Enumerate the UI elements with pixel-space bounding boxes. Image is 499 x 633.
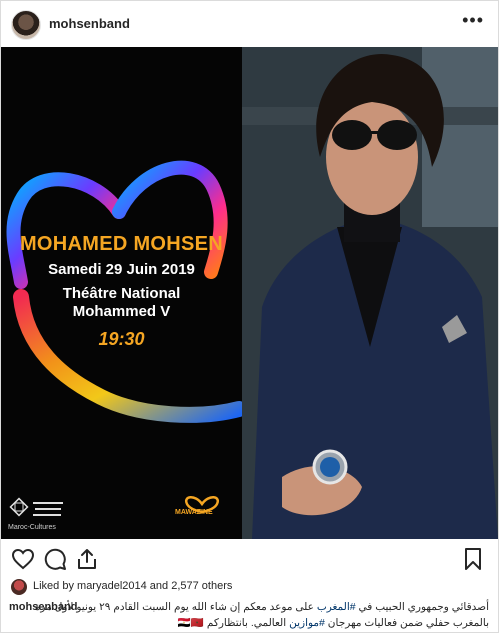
- caption-text: العالمي. بانتظاركم: [203, 617, 290, 629]
- mawazine-label: MAWAZINE: [175, 509, 213, 516]
- caption-text: على موعد معكم إن شاء الله يوم السبت القا…: [34, 601, 317, 613]
- likes-row: Liked by maryadel2014 and 2,577 others: [11, 579, 491, 599]
- logo-caption: Maroc-Cultures: [8, 524, 56, 531]
- avatar[interactable]: [11, 10, 41, 40]
- bookmark-icon[interactable]: [461, 547, 485, 571]
- poster-venue-line1: Théâtre National: [62, 285, 181, 302]
- mawazine-logo-icon: [184, 496, 220, 514]
- flag-emoji: 🇪🇬🇲🇦: [177, 617, 204, 629]
- poster-artist: MOHAMED MOHSEN: [19, 233, 224, 255]
- caption-line-1: أصدقائي وجمهوري الحبيب في #المغرب على مو…: [35, 600, 489, 615]
- poster-time: 19:30: [98, 329, 145, 349]
- poster-date: Samedi 29 Juin 2019: [48, 261, 195, 278]
- hashtag-link[interactable]: #المغرب: [317, 601, 356, 613]
- post-image[interactable]: MOHAMED MOHSEN Samedi 29 Juin 2019 Théât…: [1, 47, 498, 539]
- artist-photo: [242, 47, 498, 539]
- post-header: mohsenband •••: [1, 1, 498, 47]
- comment-icon[interactable]: [43, 547, 67, 571]
- more-options-icon[interactable]: •••: [462, 10, 484, 31]
- caption-text: بالمغرب حفلي ضمن فعاليات مهرجان: [324, 617, 489, 629]
- caption-text: أصدقائي وجمهوري الحبيب في: [355, 601, 490, 613]
- concert-poster: MOHAMED MOHSEN Samedi 29 Juin 2019 Théât…: [1, 47, 242, 539]
- likes-count[interactable]: Liked by maryadel2014 and 2,577 others: [33, 580, 232, 592]
- caption-line-2: بالمغرب حفلي ضمن فعاليات مهرجان #موازين …: [178, 616, 489, 631]
- username[interactable]: mohsenband: [49, 16, 130, 31]
- post-actions: [1, 541, 498, 577]
- liker-avatar[interactable]: [11, 579, 27, 595]
- share-icon[interactable]: [75, 547, 99, 571]
- instagram-post: mohsenband ••• MOHAMED MOHSEN Samedi 29 …: [0, 0, 499, 633]
- heart-outline-icon[interactable]: [11, 547, 35, 571]
- maroc-cultures-logo-icon: [9, 497, 63, 517]
- poster-venue-line2: Mohammed V: [72, 303, 171, 320]
- hashtag-link[interactable]: #موازين: [289, 617, 325, 629]
